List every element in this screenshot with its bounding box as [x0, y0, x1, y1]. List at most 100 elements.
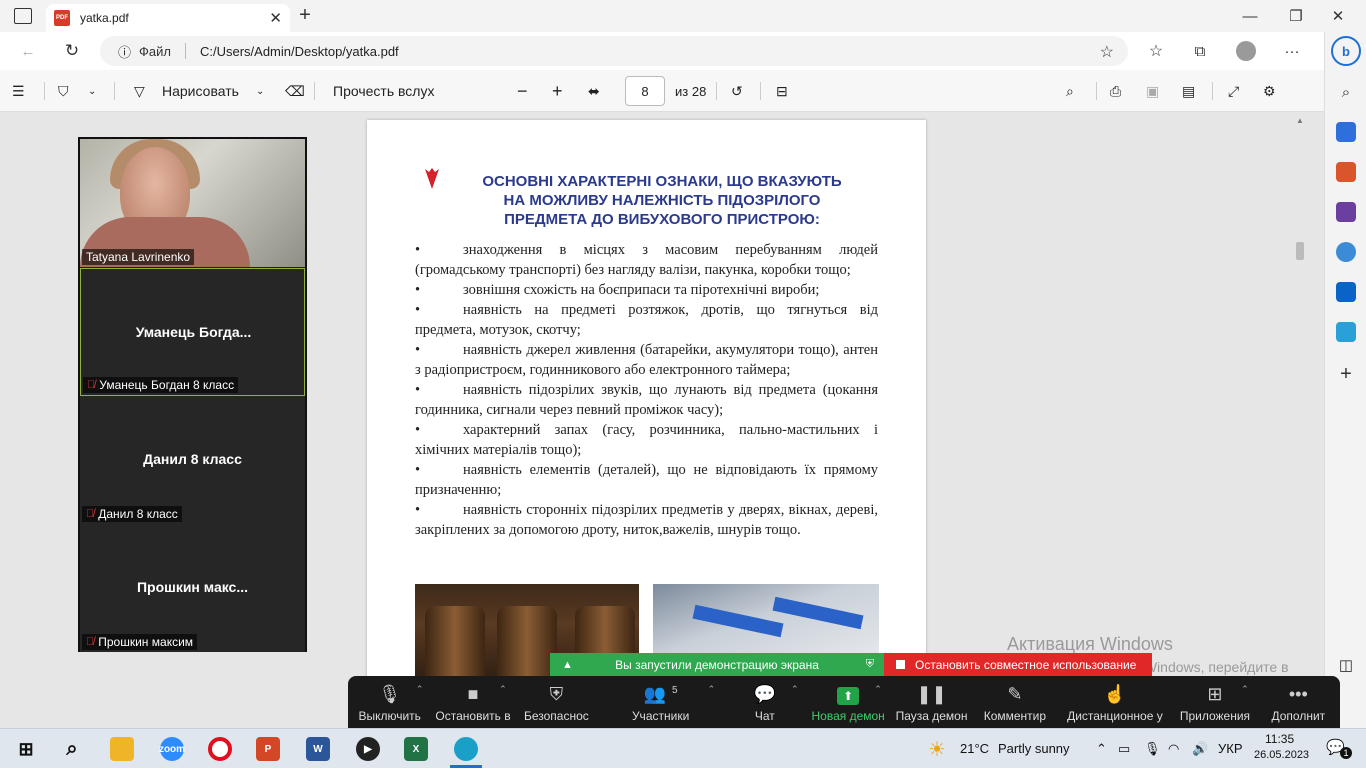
- eraser-icon[interactable]: ⌫: [285, 80, 305, 102]
- collections-icon[interactable]: ⧉: [1190, 41, 1210, 61]
- url-text: C:/Users/Admin/Desktop/yatka.pdf: [199, 43, 399, 59]
- games-icon[interactable]: [1336, 202, 1356, 222]
- weather-icon[interactable]: ☀: [928, 737, 946, 762]
- rotate-icon[interactable]: ↺: [731, 80, 743, 102]
- contents-icon[interactable]: ☰: [12, 80, 25, 102]
- apps-button[interactable]: ⊞ ⌃ Приложения: [1173, 676, 1256, 728]
- chat-button[interactable]: 💬 ⌃ Чат: [723, 676, 806, 728]
- restore-icon[interactable]: ❐: [1286, 6, 1306, 26]
- participant-display-name: Прошкин макс...: [136, 579, 249, 595]
- title-line: НА МОЖЛИВУ НАЛЕЖНІСТЬ ПІДОЗРІЛОГО: [503, 192, 821, 209]
- video-tile[interactable]: Прошкин макс... 🎙̸ Прошкин максим: [80, 524, 305, 652]
- zoom-out-icon[interactable]: −: [517, 80, 528, 102]
- tab-actions-icon[interactable]: [14, 8, 32, 24]
- close-window-icon[interactable]: ✕: [1328, 6, 1348, 26]
- minimize-icon[interactable]: —: [1240, 6, 1260, 26]
- bing-icon[interactable]: b: [1331, 36, 1361, 66]
- word-icon[interactable]: W: [306, 737, 330, 761]
- document-body: • знаходження в місцях з масовим перебува…: [415, 240, 878, 540]
- close-tab-icon[interactable]: ✕: [269, 9, 282, 27]
- microphone-icon[interactable]: 🎙: [1144, 741, 1161, 757]
- favorite-add-icon[interactable]: ☆: [1100, 42, 1114, 62]
- read-aloud-button[interactable]: Прочесть вслух: [333, 80, 434, 102]
- browser-tab[interactable]: PDF yatka.pdf ✕: [46, 4, 290, 32]
- clock-time[interactable]: 11:35: [1265, 732, 1294, 746]
- scroll-up-icon[interactable]: ▲: [1296, 116, 1304, 125]
- windows-start-icon[interactable]: ⊞: [14, 737, 38, 761]
- draw-icon[interactable]: ▽: [134, 80, 145, 102]
- chevron-up-icon[interactable]: ⌃: [791, 684, 799, 695]
- chevron-down-icon[interactable]: ⌄: [256, 80, 264, 102]
- weather-temp[interactable]: 21°C: [960, 741, 989, 756]
- video-tile[interactable]: Данил 8 класс 🎙̸ Данил 8 класс: [80, 396, 305, 524]
- chevron-up-icon[interactable]: ⌃: [1096, 741, 1107, 757]
- search-icon[interactable]: ⌕: [60, 737, 84, 761]
- media-player-icon[interactable]: ▶: [356, 737, 380, 761]
- mute-button[interactable]: 🎙 ⌃ Выключить: [348, 676, 431, 728]
- volume-icon[interactable]: 🔊: [1192, 741, 1208, 757]
- favorites-icon[interactable]: ☆: [1146, 41, 1166, 61]
- pause-share-button[interactable]: ❚❚ Пауза демон: [890, 676, 973, 728]
- draw-button[interactable]: Нарисовать: [162, 80, 239, 102]
- battery-icon[interactable]: ▭: [1118, 741, 1130, 757]
- fit-width-icon[interactable]: ⬌: [588, 80, 600, 102]
- divider: [1212, 82, 1213, 100]
- button-label: Новая демон: [811, 709, 885, 723]
- mic-muted-icon: 🎙̸: [86, 636, 95, 648]
- chevron-up-icon[interactable]: ⌃: [708, 684, 716, 695]
- more-icon[interactable]: ···: [1282, 41, 1302, 61]
- add-icon[interactable]: +: [1336, 363, 1356, 385]
- chevron-down-icon[interactable]: ⌄: [88, 80, 96, 102]
- excel-icon[interactable]: X: [404, 737, 428, 761]
- save-icon[interactable]: ▣: [1146, 80, 1159, 102]
- settings-icon[interactable]: ⚙: [1263, 80, 1276, 102]
- video-tile[interactable]: Уманець Богда... 🎙̸ Уманець Богдан 8 клас…: [80, 268, 305, 396]
- file-explorer-icon[interactable]: [110, 737, 134, 761]
- zoom-video-panel[interactable]: Tatyana Lavrinenko Уманець Богда... 🎙̸ Ум…: [78, 137, 307, 652]
- more-button[interactable]: ••• Дополнит: [1257, 676, 1340, 728]
- profile-avatar[interactable]: [1236, 41, 1256, 61]
- back-icon[interactable]: ←: [18, 41, 38, 61]
- chevron-up-icon[interactable]: ⌃: [1241, 684, 1249, 695]
- stop-video-button[interactable]: ■ ⌃ Остановить в: [431, 676, 514, 728]
- new-tab-icon[interactable]: +: [294, 4, 316, 26]
- highlight-icon[interactable]: ⛉: [58, 80, 69, 102]
- screen-share-bar: ▲ Вы запустили демонстрацию экрана ⛨ Ост…: [550, 653, 1152, 676]
- clock-date[interactable]: 26.05.2023: [1254, 749, 1309, 761]
- telegram-icon[interactable]: [1336, 322, 1356, 342]
- chevron-up-icon[interactable]: ⌃: [874, 684, 882, 695]
- chevron-up-icon[interactable]: ⌃: [416, 684, 424, 695]
- page-number-input[interactable]: 8: [625, 76, 665, 106]
- info-icon[interactable]: ⓘ: [118, 42, 131, 61]
- language-indicator[interactable]: УКР: [1218, 741, 1243, 756]
- office-icon[interactable]: [1336, 242, 1356, 262]
- fullscreen-icon[interactable]: ⤢: [1228, 80, 1239, 102]
- url-field[interactable]: ⓘ Файл C:/Users/Admin/Desktop/yatka.pdf …: [100, 36, 1128, 66]
- security-button[interactable]: ⛨ Безопаснос: [515, 676, 598, 728]
- outlook-icon[interactable]: [1336, 282, 1356, 302]
- weather-desc[interactable]: Partly sunny: [998, 741, 1070, 756]
- scrollbar-thumb[interactable]: [1296, 242, 1304, 260]
- search-icon[interactable]: ⌕: [1336, 82, 1356, 102]
- participants-button[interactable]: 👥 5 ⌃ Участники: [598, 676, 723, 728]
- remote-control-button[interactable]: ☝ Дистанционное у: [1057, 676, 1174, 728]
- edge-icon[interactable]: [454, 737, 478, 761]
- video-tile-camera[interactable]: Tatyana Lavrinenko: [80, 139, 305, 267]
- refresh-icon[interactable]: ↻: [62, 41, 82, 61]
- zoom-in-icon[interactable]: +: [552, 80, 563, 102]
- save-as-icon[interactable]: ▤: [1182, 80, 1195, 102]
- opera-icon[interactable]: [208, 737, 232, 761]
- wifi-icon[interactable]: ◠: [1168, 741, 1179, 757]
- zoom-app-icon[interactable]: zoom: [159, 737, 185, 761]
- tools-icon[interactable]: [1336, 162, 1356, 182]
- sidebar-layout-icon[interactable]: ◫: [1336, 655, 1356, 675]
- powerpoint-icon[interactable]: P: [256, 737, 280, 761]
- print-icon[interactable]: ⎙: [1110, 80, 1121, 102]
- chevron-up-icon[interactable]: ⌃: [499, 684, 507, 695]
- new-share-button[interactable]: ⬆ ⌃ Новая демон: [806, 676, 889, 728]
- search-icon[interactable]: ⌕: [1066, 80, 1074, 102]
- stop-share-button[interactable]: Остановить совместное использование: [884, 653, 1152, 676]
- page-view-icon[interactable]: ⊟: [776, 80, 788, 102]
- annotate-button[interactable]: ✎ Комментир: [973, 676, 1056, 728]
- shopping-icon[interactable]: [1336, 122, 1356, 142]
